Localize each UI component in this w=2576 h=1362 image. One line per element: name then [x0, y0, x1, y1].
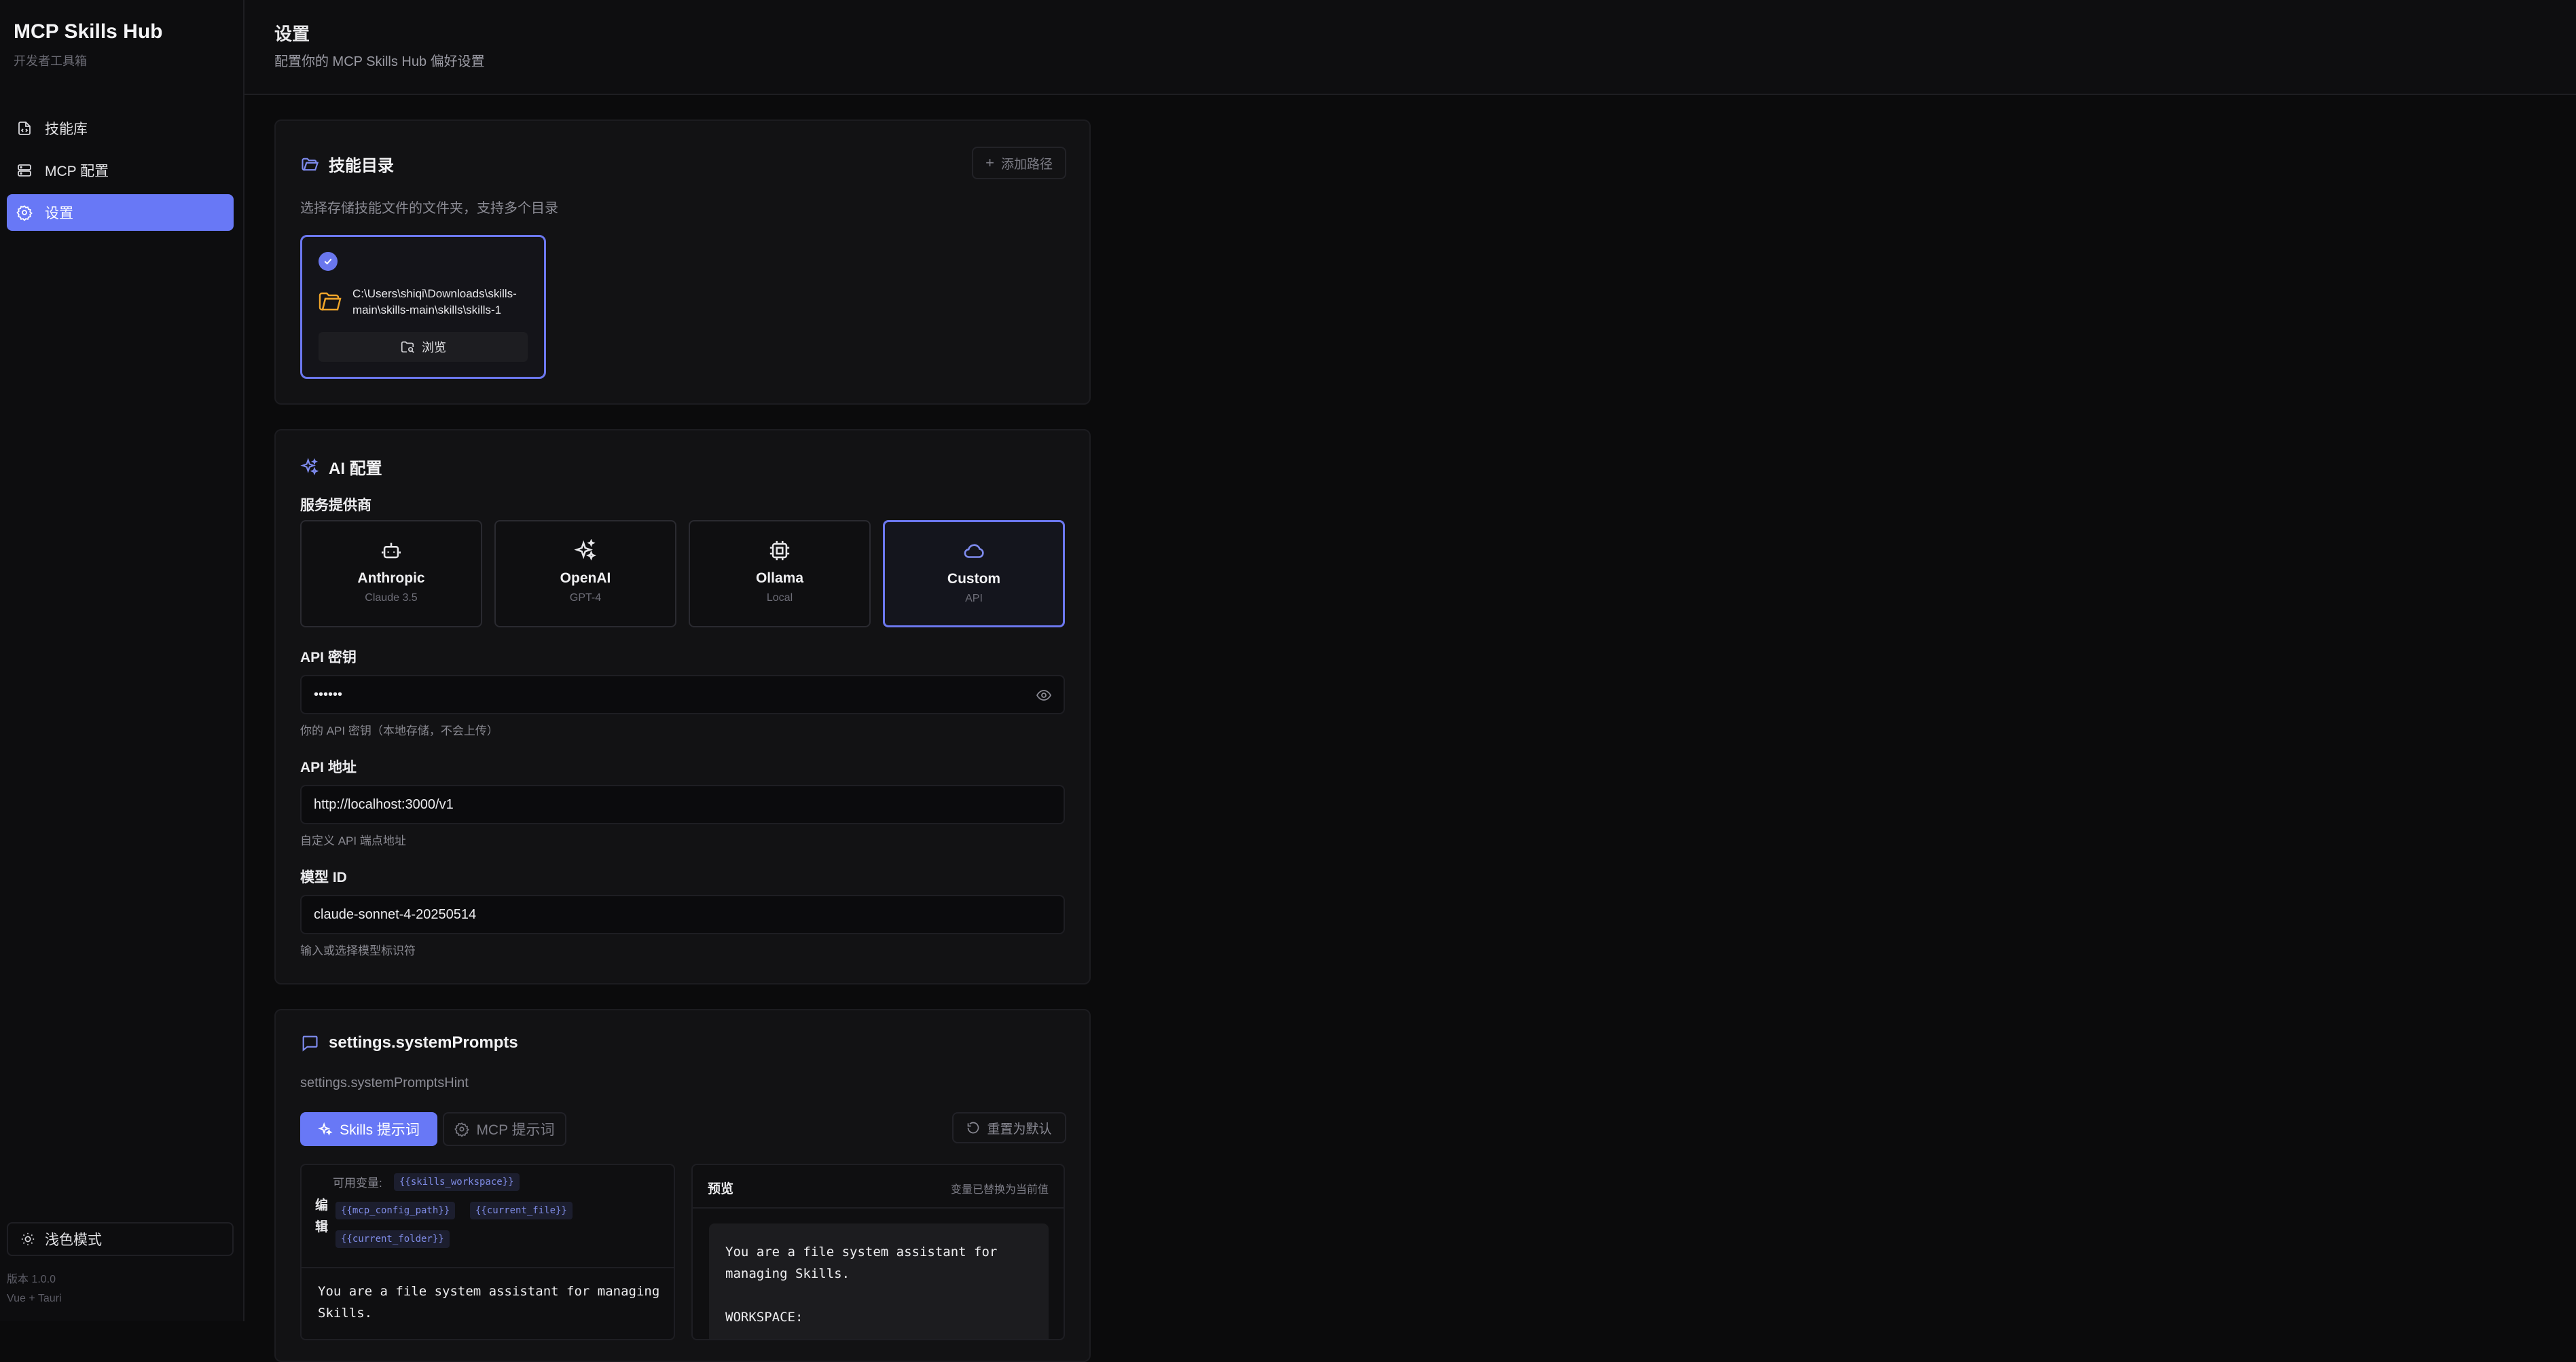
eye-icon[interactable]	[1035, 687, 1053, 703]
sidebar-item-settings[interactable]: 设置	[7, 194, 234, 231]
cloud-icon	[962, 540, 985, 563]
sidebar-item-label: 设置	[45, 206, 73, 221]
system-prompts-card: settings.systemPrompts settings.systemPr…	[274, 1009, 1091, 1362]
provider-sub: Local	[766, 592, 793, 604]
provider-anthropic[interactable]: Anthropic Claude 3.5	[300, 520, 482, 627]
reset-default-button[interactable]: 重置为默认	[952, 1112, 1066, 1143]
prompt-preview: 预览 变量已替换为当前值 You are a file system assis…	[691, 1164, 1065, 1340]
preview-note: 变量已替换为当前值	[950, 1184, 1049, 1196]
provider-label: 服务提供商	[300, 498, 371, 513]
page-header: 设置 配置你的 MCP Skills Hub 偏好设置	[244, 0, 2576, 95]
system-prompts-hint: settings.systemPromptsHint	[300, 1075, 469, 1090]
app-title: MCP Skills Hub	[14, 20, 163, 43]
tab-skills-prompt[interactable]: Skills 提示词	[300, 1112, 437, 1146]
folder-search-icon	[400, 339, 415, 354]
preview-header: 预览 变量已替换为当前值	[693, 1165, 1064, 1209]
sparkles-icon	[574, 539, 597, 562]
variable-chip[interactable]: {{current_folder}}	[335, 1230, 450, 1248]
model-value: claude-sonnet-4-20250514	[314, 906, 477, 922]
ai-config-card: AI 配置 服务提供商 Anthropic Claude 3.5 OpenAI …	[274, 429, 1091, 984]
provider-sub: Claude 3.5	[365, 592, 418, 604]
add-path-button[interactable]: + 添加路径	[972, 147, 1066, 179]
preview-text: You are a file system assistant for mana…	[725, 1245, 998, 1325]
server-icon	[16, 162, 33, 179]
model-hint: 输入或选择模型标识符	[300, 944, 416, 957]
provider-name: OpenAI	[560, 570, 611, 586]
provider-sub: GPT-4	[569, 592, 602, 604]
stack-text: Vue + Tauri	[7, 1293, 62, 1304]
prompt-editor: 编辑 可用变量: {{skills_workspace}} {{mcp_conf…	[300, 1164, 675, 1340]
theme-toggle-button[interactable]: 浅色模式	[7, 1222, 234, 1256]
skills-directory-card: 技能目录 + 添加路径 选择存储技能文件的文件夹，支持多个目录 C:\Users…	[274, 119, 1091, 405]
sun-icon	[20, 1232, 35, 1247]
app-subtitle: 开发者工具箱	[14, 54, 87, 68]
provider-openai[interactable]: OpenAI GPT-4	[494, 520, 676, 627]
editor-label: 编辑	[315, 1198, 329, 1234]
preview-title: 预览	[708, 1182, 734, 1196]
provider-name: Custom	[947, 571, 1001, 587]
variable-chip[interactable]: {{current_file}}	[470, 1202, 573, 1219]
sidebar-item-label: 技能库	[45, 122, 88, 137]
gear-icon	[454, 1122, 470, 1137]
prompt-textarea[interactable]: You are a file system assistant for mana…	[318, 1281, 659, 1324]
editor-header: 编辑 可用变量: {{skills_workspace}} {{mcp_conf…	[302, 1165, 674, 1268]
robot-icon	[380, 539, 403, 562]
plus-icon: +	[985, 154, 994, 171]
model-label: 模型 ID	[300, 870, 347, 885]
folder-open-icon	[300, 155, 319, 174]
sidebar-item-label: MCP 配置	[45, 164, 109, 179]
api-url-hint: 自定义 API 端点地址	[300, 834, 406, 847]
provider-custom[interactable]: Custom API	[883, 520, 1065, 627]
provider-name: Anthropic	[357, 570, 425, 586]
directory-item[interactable]: C:\Users\shiqi\Downloads\skills-main\ski…	[300, 235, 546, 379]
cpu-icon	[768, 539, 791, 562]
sidebar-item-mcp[interactable]: MCP 配置	[7, 152, 234, 189]
skills-directory-title: 技能目录	[300, 152, 394, 176]
browse-button[interactable]: 浏览	[319, 332, 528, 362]
system-prompts-title: settings.systemPrompts	[300, 1033, 518, 1052]
brand: MCP Skills Hub 开发者工具箱	[14, 20, 163, 69]
check-icon	[319, 252, 338, 271]
provider-name: Ollama	[755, 570, 804, 586]
directory-path: C:\Users\shiqi\Downloads\skills-main\ski…	[352, 287, 517, 316]
page-subtitle: 配置你的 MCP Skills Hub 偏好设置	[274, 54, 485, 69]
sidebar-item-skills[interactable]: 技能库	[7, 110, 234, 147]
ai-config-title: AI 配置	[300, 455, 382, 479]
sidebar-nav: 技能库 MCP 配置 设置	[7, 110, 234, 236]
preview-content: You are a file system assistant for mana…	[709, 1223, 1049, 1339]
variables-label: 可用变量:	[333, 1177, 382, 1190]
rotate-ccw-icon	[966, 1121, 980, 1135]
gear-icon	[16, 204, 33, 221]
sidebar: MCP Skills Hub 开发者工具箱 技能库 MCP 配置 设置 浅色模式	[0, 0, 244, 1321]
model-input[interactable]: claude-sonnet-4-20250514	[300, 895, 1065, 934]
api-url-input[interactable]: http://localhost:3000/v1	[300, 785, 1065, 824]
provider-sub: API	[965, 593, 983, 604]
page-title: 设置	[274, 24, 310, 44]
skills-directory-hint: 选择存储技能文件的文件夹，支持多个目录	[300, 201, 558, 216]
api-key-input[interactable]: ••••••	[300, 675, 1065, 714]
variable-chip[interactable]: {{mcp_config_path}}	[335, 1202, 456, 1219]
variable-chip[interactable]: {{skills_workspace}}	[394, 1173, 520, 1191]
file-code-icon	[16, 120, 33, 136]
folder-icon	[319, 292, 342, 311]
api-url-value: http://localhost:3000/v1	[314, 796, 454, 812]
api-url-label: API 地址	[300, 760, 357, 775]
api-key-label: API 密钥	[300, 650, 357, 665]
api-key-hint: 你的 API 密钥（本地存储，不会上传）	[300, 724, 498, 737]
sparkles-icon	[300, 457, 319, 477]
message-icon	[300, 1033, 319, 1052]
tab-mcp-prompt[interactable]: MCP 提示词	[443, 1112, 566, 1146]
theme-toggle-label: 浅色模式	[45, 1232, 102, 1248]
api-key-value: ••••••	[314, 686, 343, 702]
version-text: 版本 1.0.0	[7, 1274, 56, 1285]
sparkles-icon	[318, 1122, 333, 1137]
provider-ollama[interactable]: Ollama Local	[689, 520, 871, 627]
